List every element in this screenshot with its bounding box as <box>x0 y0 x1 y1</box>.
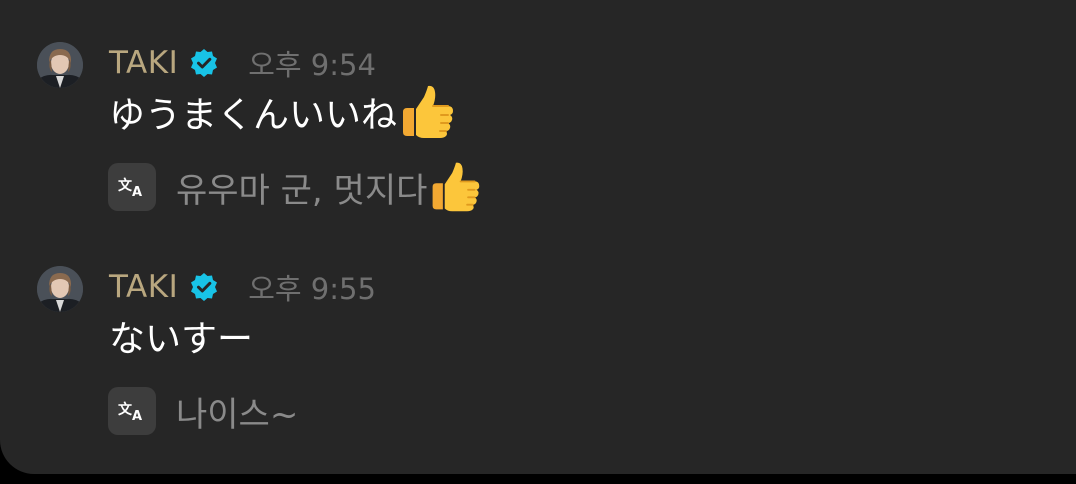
translated-text-content: 유우마 군, 멋지다 <box>176 170 428 211</box>
avatar[interactable] <box>37 266 83 312</box>
message-text-content: ないすー <box>109 319 254 360</box>
thumbs-up-icon <box>397 82 457 142</box>
thumbs-up-icon <box>427 159 483 215</box>
svg-text:文: 文 <box>118 401 133 418</box>
message-header: TAKI 오후 9:55 <box>109 266 376 308</box>
timestamp: 오후 9:55 <box>248 272 376 306</box>
message-text-content: ゆうまくんいいね <box>109 95 398 136</box>
chat-panel: TAKI 오후 9:54 ゆうまくんいいね 文 A 유우마 군, 멋지다 TAK… <box>0 0 1076 474</box>
translated-text-content: 나이스~ <box>176 394 299 435</box>
timestamp: 오후 9:54 <box>248 48 376 82</box>
translation-row: 文 A 유우마 군, 멋지다 <box>108 162 483 212</box>
translate-icon[interactable]: 文 A <box>108 163 156 211</box>
svg-text:A: A <box>132 185 142 199</box>
message-text: ゆうまくんいいね <box>109 85 457 138</box>
avatar-image <box>37 42 83 88</box>
svg-text:A: A <box>132 409 142 423</box>
message-text: ないすー <box>109 310 253 362</box>
svg-text:文: 文 <box>118 177 133 194</box>
verified-badge-icon <box>188 271 220 303</box>
verified-badge-icon <box>188 47 220 79</box>
username[interactable]: TAKI <box>109 269 178 305</box>
translated-text: 나이스~ <box>176 387 298 436</box>
message-header: TAKI 오후 9:54 <box>109 42 376 84</box>
avatar[interactable] <box>37 42 83 88</box>
translated-text: 유우마 군, 멋지다 <box>176 159 483 215</box>
avatar-image <box>37 266 83 312</box>
translate-icon[interactable]: 文 A <box>108 387 156 435</box>
translation-row: 文 A 나이스~ <box>108 386 298 436</box>
username[interactable]: TAKI <box>109 45 178 81</box>
